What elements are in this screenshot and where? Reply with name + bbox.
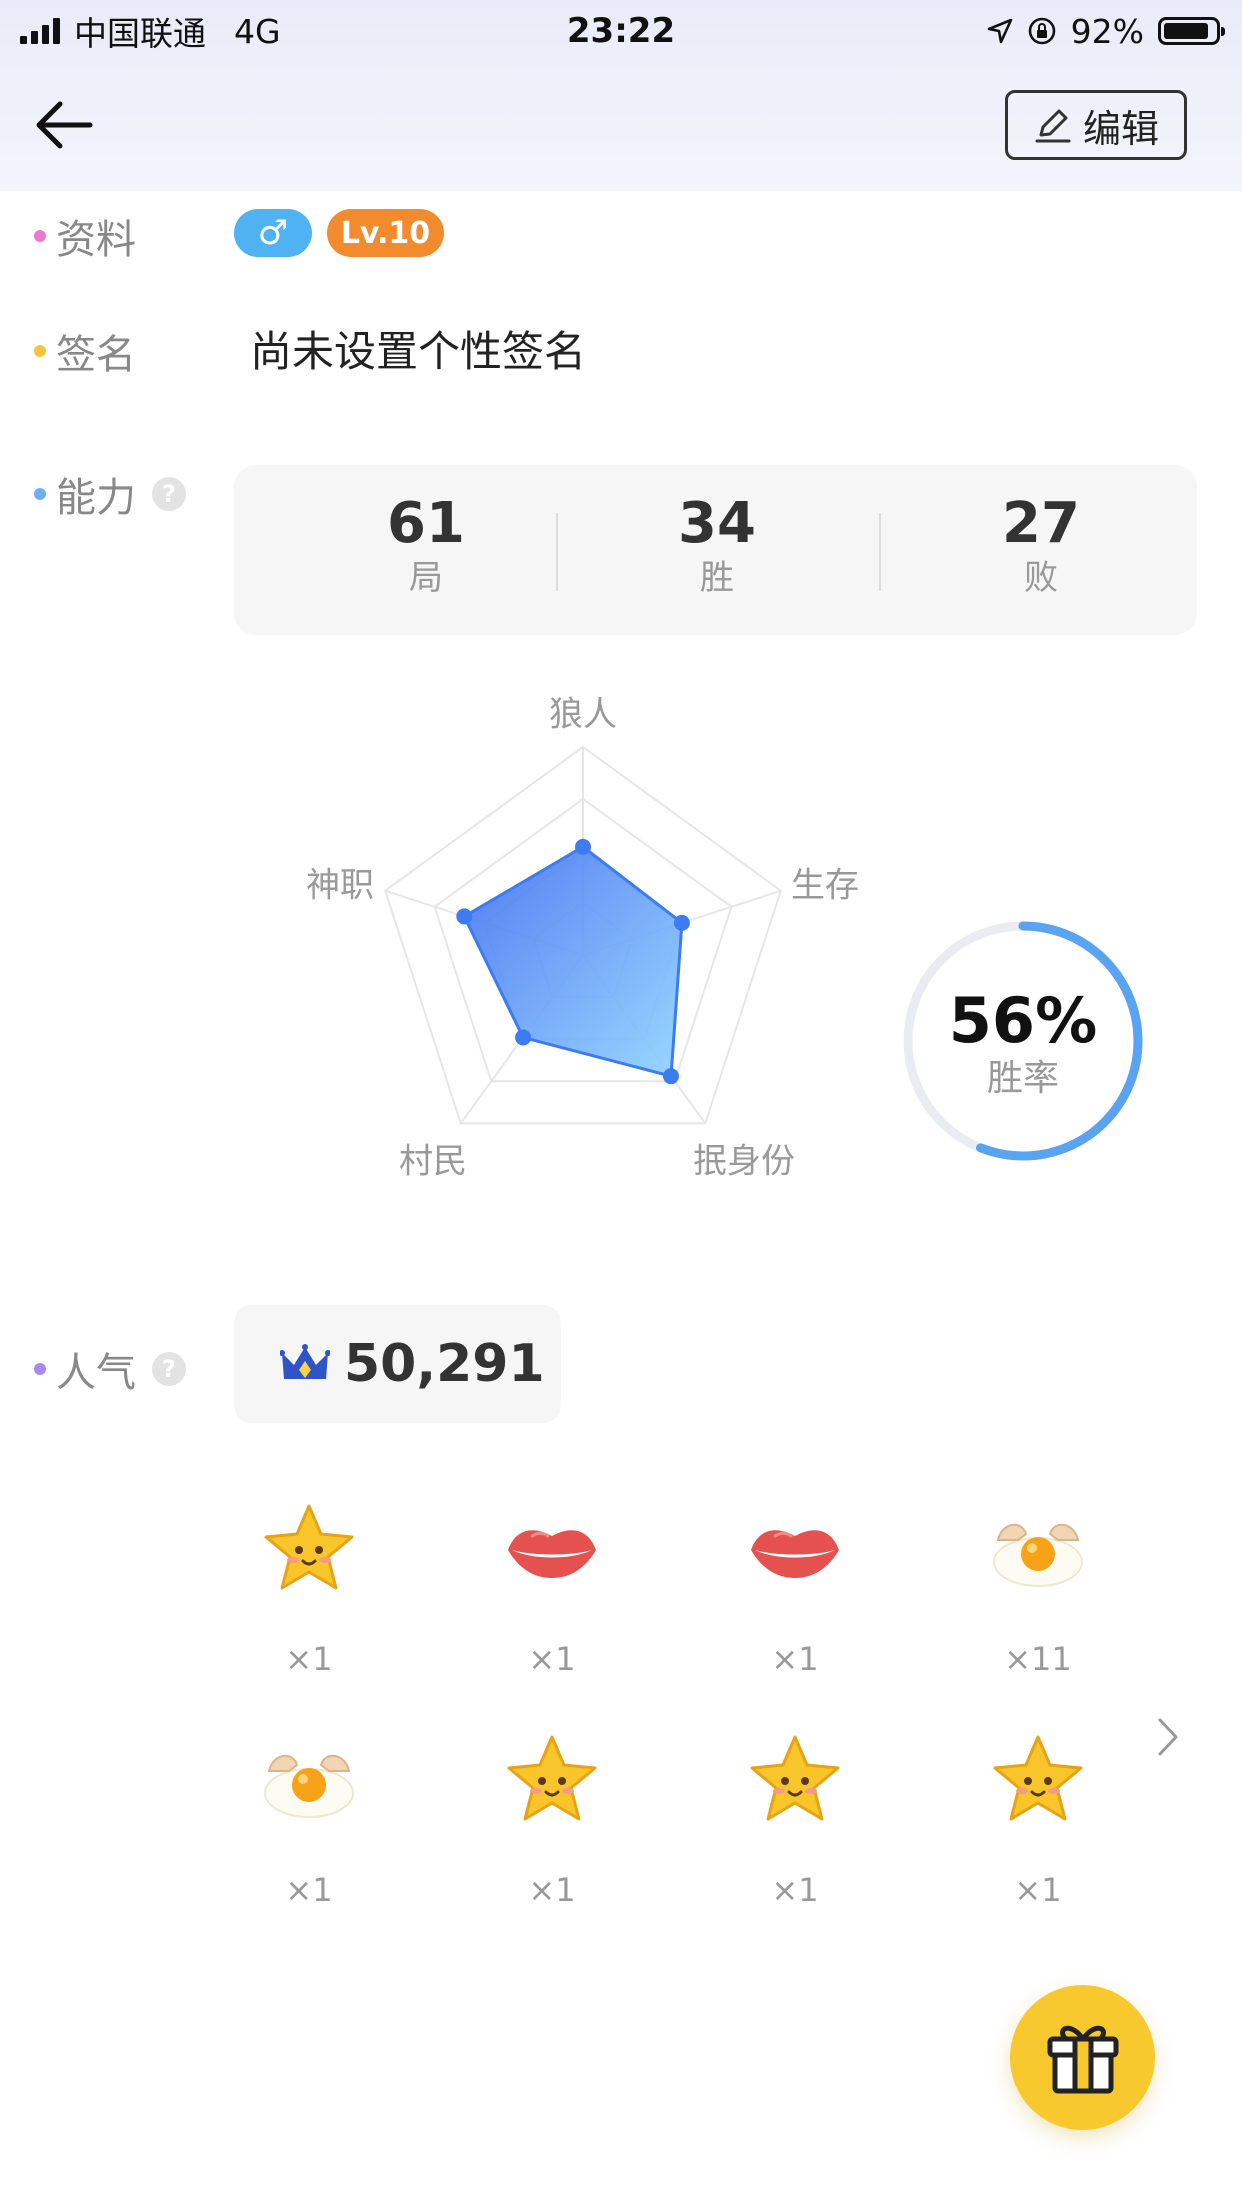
gift-item[interactable]: ×1 — [477, 1500, 627, 1710]
back-arrow-icon[interactable] — [28, 92, 100, 158]
gift-count: ×1 — [1014, 1871, 1062, 1909]
gift-count: ×1 — [771, 1640, 819, 1678]
stat-losses-value: 27 — [1002, 491, 1080, 556]
gift-count: ×11 — [1004, 1640, 1072, 1678]
gift-item[interactable]: ×1 — [720, 1731, 870, 1941]
radar-axis-survival: 生存 — [791, 865, 859, 906]
edit-button[interactable]: 编辑 — [1005, 90, 1187, 160]
popularity-row-label: 人气 ? — [34, 1340, 186, 1398]
ability-radar-chart: 狼人 生存 抿身份 村民 神职 — [280, 680, 900, 1200]
radar-axis-god: 神职 — [306, 865, 374, 906]
popularity-card: 50,291 — [234, 1305, 561, 1423]
status-bar: 中国联通 4G 23:22 92% — [0, 0, 1242, 62]
gift-count: ×1 — [528, 1871, 576, 1909]
signature-row-label: 签名 — [34, 322, 136, 380]
ability-label: 能力 — [56, 475, 136, 521]
battery-icon — [1158, 17, 1225, 45]
male-icon: ♂ — [257, 213, 289, 253]
stat-wins: 34 胜 — [617, 493, 817, 601]
stat-losses-label: 败 — [1024, 558, 1058, 598]
signature-label: 签名 — [56, 332, 136, 378]
radar-svg — [384, 745, 782, 1125]
status-right: 92% — [987, 8, 1225, 54]
gift-count: ×1 — [528, 1640, 576, 1678]
level-badge: Lv.10 — [327, 209, 444, 257]
radar-point — [515, 1029, 532, 1046]
pencil-icon — [1035, 109, 1071, 143]
gift-item[interactable]: ×1 — [963, 1731, 1113, 1941]
stat-losses: 27 败 — [941, 493, 1141, 601]
popularity-label: 人气 — [56, 1350, 136, 1396]
gift-count: ×1 — [771, 1871, 819, 1909]
gender-badge: ♂ — [234, 209, 312, 257]
gift-item[interactable]: ×1 — [720, 1500, 870, 1710]
gift-item[interactable]: ×1 — [477, 1731, 627, 1941]
stat-games-label: 局 — [409, 558, 443, 598]
popularity-help-icon[interactable]: ? — [152, 1352, 186, 1386]
radar-value-polygon — [462, 845, 684, 1079]
win-rate-text: 56% 胜率 — [898, 986, 1148, 1102]
win-rate-label: 胜率 — [986, 1058, 1059, 1099]
battery-percent: 92% — [1070, 11, 1144, 51]
win-rate-value: 56% — [948, 984, 1098, 1057]
location-icon — [987, 18, 1012, 44]
win-rate-ring: 56% 胜率 — [898, 916, 1148, 1166]
radar-axis-villager: 村民 — [399, 1141, 467, 1182]
stat-divider — [879, 513, 881, 591]
stat-divider — [556, 513, 558, 591]
edit-label: 编辑 — [1082, 106, 1159, 151]
rotation-lock-icon — [1028, 17, 1055, 45]
gift-item[interactable]: ×1 — [234, 1500, 384, 1710]
nav-bar: 编辑 — [0, 62, 1242, 191]
gift-item[interactable]: ×1 — [234, 1731, 384, 1941]
pink-dot — [34, 230, 46, 242]
popularity-value: 50,291 — [344, 1334, 545, 1394]
yellow-dot — [34, 345, 46, 357]
radar-point — [456, 908, 473, 925]
radar-point — [673, 914, 690, 931]
chevron-right-icon[interactable] — [1150, 1712, 1186, 1762]
stat-games: 61 局 — [326, 493, 526, 601]
radar-point — [575, 838, 591, 855]
ability-help-icon[interactable]: ? — [152, 477, 186, 511]
stat-wins-value: 34 — [678, 491, 756, 556]
ability-row-label: 能力 ? — [34, 465, 186, 523]
blue-dot — [34, 488, 46, 500]
stat-wins-label: 胜 — [700, 558, 734, 598]
gift-count: ×1 — [285, 1871, 333, 1909]
crown-icon — [280, 1344, 330, 1379]
stat-games-value: 61 — [387, 491, 465, 556]
radar-point — [663, 1068, 680, 1085]
gift-box-icon — [1047, 2025, 1118, 2093]
radar-axis-identify: 抿身份 — [693, 1141, 795, 1182]
ability-stats-card: 61 局 34 胜 27 败 — [234, 465, 1197, 635]
info-label: 资料 — [56, 217, 136, 263]
gift-count: ×1 — [285, 1640, 333, 1678]
info-row-label: 资料 — [34, 207, 136, 265]
send-gift-button[interactable] — [1010, 1985, 1155, 2130]
purple-dot — [34, 1363, 46, 1375]
signature-text: 尚未设置个性签名 — [250, 327, 587, 376]
radar-axis-werewolf: 狼人 — [549, 694, 617, 735]
gift-item[interactable]: ×11 — [963, 1500, 1113, 1710]
